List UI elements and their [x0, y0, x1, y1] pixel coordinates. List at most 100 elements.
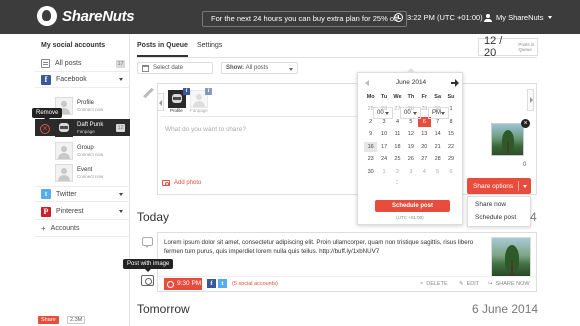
calendar-day[interactable]: 10 — [377, 129, 390, 140]
calendar-day[interactable]: 25 — [391, 154, 404, 165]
share-count: 2.3M — [67, 316, 86, 324]
calendar-day[interactable]: 15 — [444, 129, 457, 140]
tab-settings[interactable]: Settings — [197, 42, 222, 49]
share-button[interactable]: Share — [38, 316, 59, 324]
tomorrow-date: 6 June 2014 — [472, 302, 539, 316]
twitter-icon: t — [41, 189, 51, 199]
tab-posts-in-queue[interactable]: Posts in Queue — [137, 42, 188, 57]
sidebar-item-all-posts[interactable]: All posts 17 — [35, 56, 130, 72]
today-count: 4 — [530, 210, 537, 224]
calendar-icon — [142, 64, 149, 72]
calendar-day[interactable]: 19 — [404, 142, 417, 153]
post-accounts[interactable]: f t (5 social accounts) — [207, 279, 278, 288]
weekday-header: Tu — [380, 94, 388, 100]
chevron-down-icon — [119, 210, 123, 213]
calendar-day[interactable]: 5 — [431, 167, 444, 178]
calendar-day[interactable]: 16 — [364, 141, 378, 152]
calendar-day[interactable]: 6 — [444, 167, 457, 178]
show-filter-dropdown[interactable]: Show: All posts — [221, 62, 298, 74]
share-options-button[interactable]: Share options — [467, 178, 531, 194]
menu-item-share-now[interactable]: Share now — [475, 201, 506, 208]
sidebar-item-pinterest[interactable]: P Pinterest — [35, 204, 130, 220]
fb-account-event[interactable]: Event Connect now — [55, 160, 130, 185]
edit-button[interactable]: ✎ EDIT — [459, 281, 479, 287]
calendar-day[interactable]: 26 — [404, 154, 417, 165]
account-name: Event — [77, 166, 93, 173]
delete-label: DELETE — [426, 281, 448, 287]
minute-value: 00 — [404, 110, 411, 116]
minute-select[interactable]: 00 — [400, 107, 421, 119]
app-name: ShareNuts — [62, 7, 135, 25]
add-photo-button[interactable]: Add photo — [162, 180, 201, 186]
image-count: 0 — [523, 162, 527, 168]
promo-banner[interactable]: For the next 24 hours you can buy extra … — [202, 11, 408, 27]
logo-icon — [37, 6, 57, 26]
arrow-right-icon[interactable] — [451, 79, 459, 87]
remove-icon[interactable]: × — [40, 124, 50, 134]
calendar-day[interactable]: 27 — [418, 154, 431, 165]
post-text: Lorem ipsum dolor sit amet, consectetur … — [164, 239, 474, 255]
ampm-select[interactable]: PM — [428, 107, 449, 119]
sidebar-item-accounts[interactable]: + Accounts — [35, 221, 130, 237]
chevron-down-icon — [385, 112, 389, 115]
calendar-day[interactable]: 29 — [444, 154, 457, 165]
account-status: Connect now — [77, 106, 104, 112]
compose-input[interactable] — [165, 123, 355, 135]
show-value: All posts — [245, 65, 269, 71]
calendar-day[interactable]: 14 — [431, 129, 444, 140]
calendar-day[interactable]: 1 — [377, 167, 390, 178]
edit-label: EDIT — [466, 281, 480, 287]
twitter-icon: t — [218, 279, 227, 288]
weekday-header: Sa — [434, 94, 442, 100]
calendar-day[interactable]: 3 — [404, 167, 417, 178]
calendar-day[interactable]: 20 — [418, 142, 431, 153]
share-options-label: Share options — [473, 182, 514, 190]
calendar-day[interactable]: 30 — [364, 167, 377, 178]
calendar-day[interactable]: 13 — [418, 129, 431, 140]
chevron-down-icon — [119, 78, 123, 81]
schedule-post-button[interactable]: Schedule post — [375, 200, 450, 212]
calendar-day[interactable]: 4 — [418, 167, 431, 178]
chevron-down-icon — [413, 112, 417, 115]
calendar-day[interactable]: 12 — [404, 129, 417, 140]
queue-counter: 12 / 20 Posts in Queue — [478, 35, 538, 59]
calendar-day[interactable]: 18 — [391, 142, 404, 153]
chevron-down-icon — [289, 68, 293, 71]
top-bar: ShareNuts For the next 24 hours you can … — [0, 0, 580, 34]
close-icon: × — [420, 281, 424, 287]
hour-select[interactable]: 00 — [373, 107, 393, 119]
account-label: My ShareNuts — [496, 13, 544, 22]
calendar-day[interactable]: 9 — [364, 129, 377, 140]
scroll-left-button[interactable] — [157, 93, 164, 111]
attached-image — [491, 123, 524, 156]
delete-button[interactable]: × DELETE — [420, 281, 448, 287]
calendar-day[interactable]: 28 — [431, 154, 444, 165]
calendar-day[interactable]: 17 — [377, 142, 390, 153]
account-menu[interactable]: My ShareNuts — [484, 13, 552, 22]
chevron-down-icon — [119, 193, 123, 196]
select-date-dropdown[interactable]: Select date — [137, 62, 213, 74]
share-now-button[interactable]: ↪ SHARE NOW — [488, 281, 530, 287]
calendar-day[interactable]: 21 — [431, 142, 444, 153]
calendar-day[interactable]: 11 — [391, 129, 404, 140]
scroll-right-button[interactable] — [527, 89, 534, 111]
sidebar-item-twitter[interactable]: t Twitter — [35, 186, 130, 202]
close-icon[interactable]: × — [521, 119, 530, 128]
image-icon[interactable] — [141, 275, 154, 286]
calendar-day[interactable]: 24 — [377, 154, 390, 165]
add-photo-label: Add photo — [174, 180, 202, 186]
logo[interactable]: ShareNuts — [37, 6, 135, 26]
divider — [161, 116, 357, 117]
post-time-badge[interactable]: 9:30 PM — [164, 278, 202, 290]
account-status: Fanpage — [77, 128, 95, 134]
sidebar-item-label: Twitter — [56, 190, 77, 198]
sidebar-item-facebook[interactable]: f Facebook — [35, 72, 130, 88]
menu-item-schedule-post[interactable]: Schedule post — [475, 214, 516, 221]
sidebar-item-label: Accounts — [50, 225, 80, 232]
calendar-day[interactable]: 22 — [444, 142, 457, 153]
hour-value: 00 — [377, 110, 384, 116]
calendar-day[interactable]: 23 — [364, 154, 377, 165]
account-name: Profile — [77, 99, 95, 106]
tomorrow-heading: Tomorrow — [137, 302, 190, 316]
calendar-day[interactable]: 2 — [391, 167, 404, 178]
